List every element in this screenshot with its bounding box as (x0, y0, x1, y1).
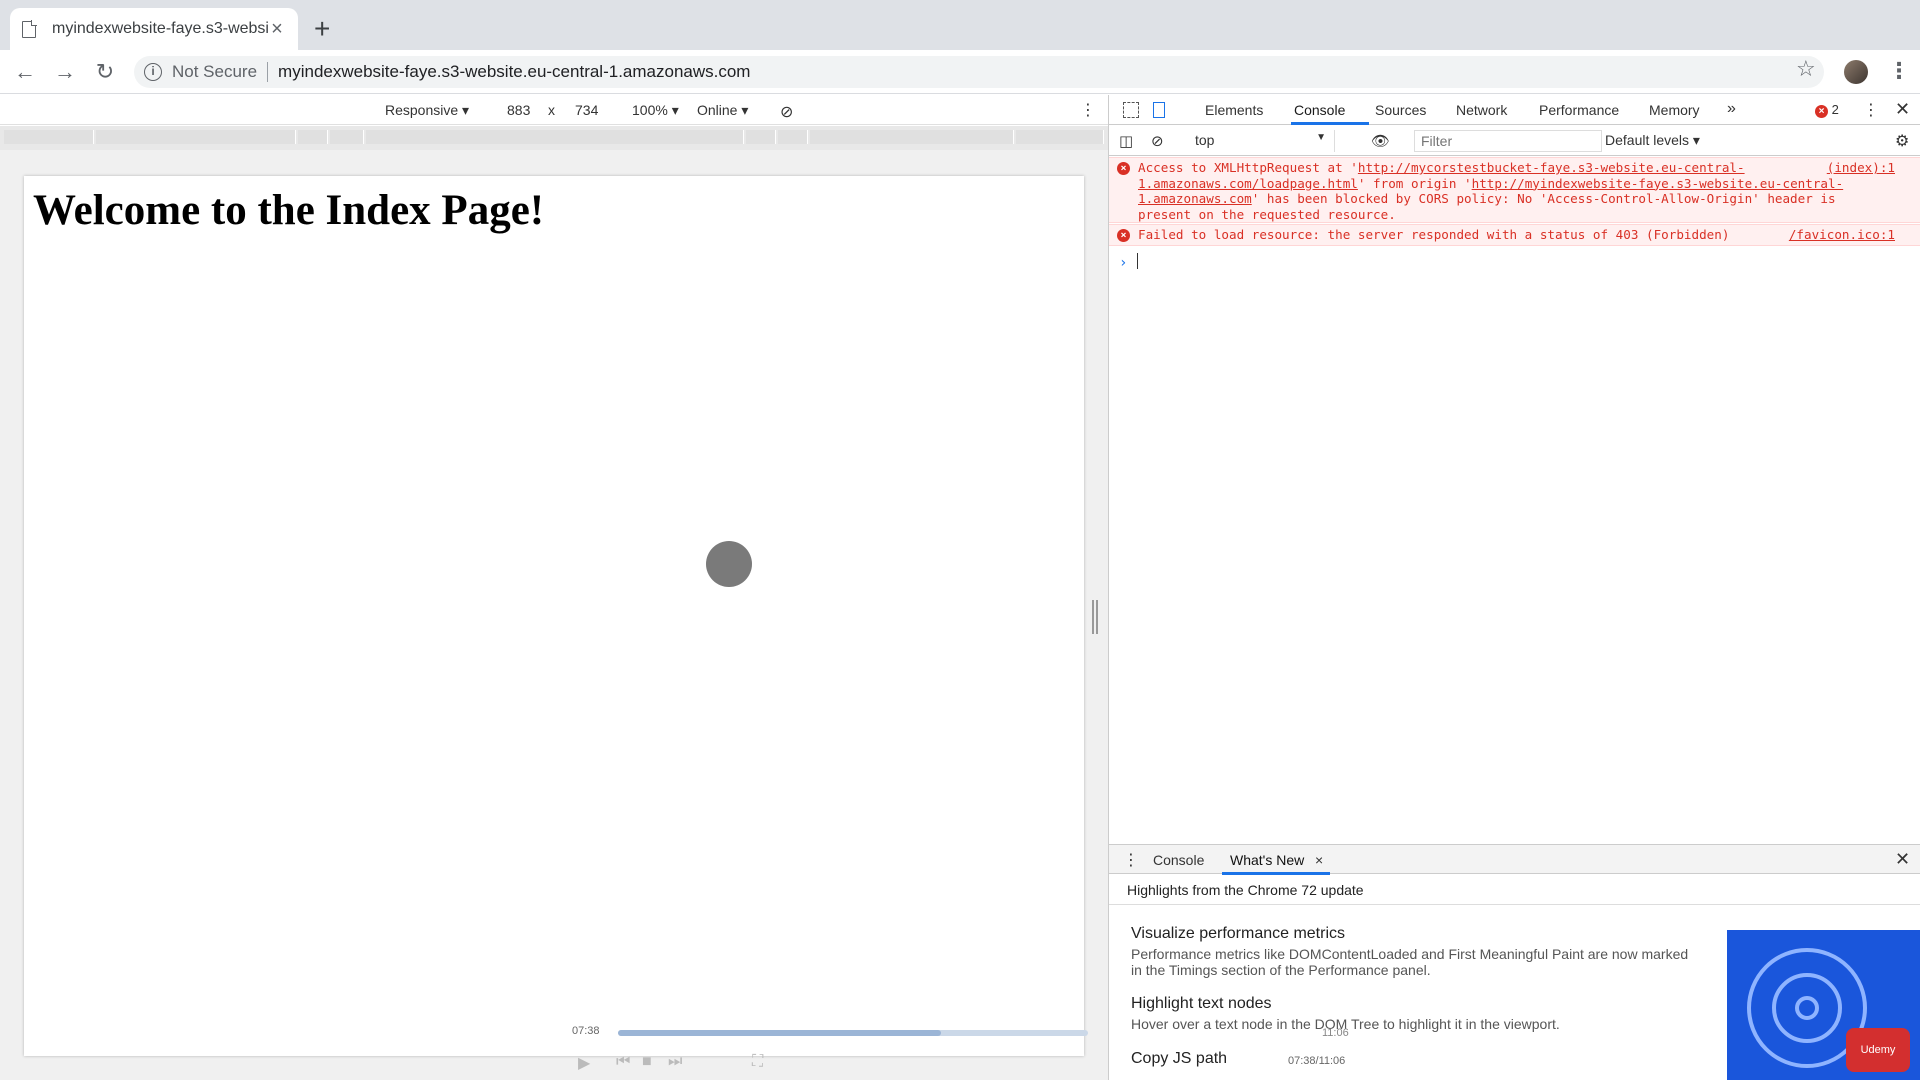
whats-new-header: Highlights from the Chrome 72 update (1109, 875, 1920, 905)
skip-back-icon[interactable]: ⏮ (616, 1053, 630, 1071)
active-tab-indicator (1291, 122, 1369, 125)
video-time-readout: 07:38/11:06 (1288, 1055, 1346, 1067)
tab-console[interactable]: Console (1294, 102, 1345, 118)
viewport-width-input[interactable]: 883 (507, 102, 530, 118)
separator (267, 62, 269, 82)
whats-new-item-text: Performance metrics like DOMContentLoade… (1131, 946, 1689, 978)
whats-new-item[interactable]: Visualize performance metrics Performanc… (1131, 925, 1691, 978)
drawer-tab-console[interactable]: Console (1153, 852, 1204, 868)
video-player-controls: 07:38 11:06 ▶ ⏮ ■ ⏭ ⛶ 07:38/11:06 (560, 1017, 1349, 1080)
fullscreen-icon[interactable]: ⛶ (752, 1053, 763, 1071)
drawer-close-icon[interactable]: ✕ (1895, 849, 1910, 870)
console-error-row: × Access to XMLHttpRequest at 'http://my… (1109, 157, 1920, 223)
devtools-close-icon[interactable]: ✕ (1895, 99, 1910, 120)
viewport-height-input[interactable]: 734 (575, 102, 598, 118)
device-toolbar-menu-icon[interactable]: ⋮ (1080, 100, 1096, 120)
back-icon[interactable]: ← (10, 57, 40, 87)
video-duration: 11:06 (1322, 1027, 1349, 1039)
page-icon (22, 19, 37, 38)
devtools-menu-icon[interactable]: ⋮ (1863, 100, 1879, 120)
reload-icon[interactable]: ↻ (90, 57, 120, 87)
touch-cursor (706, 541, 752, 587)
device-mode-select[interactable]: Responsive ▾ (385, 102, 469, 119)
devtools-tabbar: Elements Console Sources Network Perform… (1109, 95, 1920, 125)
address-bar[interactable]: i Not Secure myindexwebsite-faye.s3-webs… (134, 56, 1824, 88)
drawer-menu-icon[interactable]: ⋮ (1123, 850, 1139, 870)
tab-title: myindexwebsite-faye.s3-website.eu-centra… (52, 20, 268, 37)
page-heading: Welcome to the Index Page! (33, 187, 545, 234)
security-label[interactable]: Not Secure (172, 62, 257, 82)
browser-toolbar: ← → ↻ i Not Secure myindexwebsite-faye.s… (0, 50, 1920, 94)
tab-close-button[interactable]: × (268, 19, 286, 39)
error-icon: × (1815, 105, 1828, 118)
clear-console-icon[interactable]: ⊘ (1151, 132, 1164, 150)
context-select[interactable]: top ▼ (1195, 130, 1335, 152)
whats-new-item-title: Visualize performance metrics (1131, 925, 1346, 942)
skip-forward-icon[interactable]: ⏭ (668, 1053, 682, 1071)
video-seek-bar[interactable] (618, 1030, 1088, 1036)
info-icon[interactable]: i (144, 63, 162, 81)
network-throttle-select[interactable]: Online ▾ (697, 102, 748, 119)
zoom-select[interactable]: 100% ▾ (632, 102, 679, 119)
sidebar-toggle-icon[interactable]: ◫ (1119, 132, 1133, 150)
devtools-panel: Elements Console Sources Network Perform… (1108, 95, 1920, 1080)
tab-sources[interactable]: Sources (1375, 102, 1426, 118)
inspect-element-icon[interactable] (1123, 102, 1139, 118)
context-label: top (1195, 132, 1215, 148)
drawer-tabbar: ⋮ Console What's New × ✕ (1109, 844, 1920, 875)
url-text[interactable]: myindexwebsite-faye.s3-website.eu-centra… (278, 62, 750, 82)
drawer-tab-whats-new[interactable]: What's New (1230, 852, 1304, 868)
console-input[interactable] (1137, 253, 1138, 269)
device-toolbar: Responsive ▾ 883 x 734 100% ▾ Online ▾ ⊘… (0, 95, 1108, 125)
console-filter-input[interactable] (1414, 130, 1602, 152)
tab-elements[interactable]: Elements (1205, 102, 1263, 118)
tab-memory[interactable]: Memory (1649, 102, 1700, 118)
live-expression-eye-icon[interactable]: 👁 (1371, 132, 1390, 150)
media-query-bar[interactable] (0, 126, 1108, 150)
error-message: Failed to load resource: the server resp… (1138, 227, 1730, 242)
dimension-separator: x (548, 102, 555, 118)
error-source-link[interactable]: (index):1 (1827, 160, 1895, 176)
rotate-icon[interactable]: ⊘ (780, 102, 793, 122)
stop-icon[interactable]: ■ (642, 1053, 652, 1071)
log-levels-select[interactable]: Default levels ▾ (1605, 132, 1700, 149)
drawer-tab-close-button[interactable]: × (1315, 852, 1323, 868)
more-tabs-button[interactable]: » (1727, 100, 1736, 118)
video-current-time: 07:38 (572, 1025, 600, 1037)
browser-menu-icon[interactable]: ⋮ (1888, 58, 1910, 84)
console-prompt-icon: › (1119, 255, 1128, 271)
console-settings-gear-icon[interactable]: ⚙ (1895, 131, 1909, 151)
video-progress-fill (618, 1030, 941, 1036)
device-toggle-icon[interactable] (1153, 102, 1165, 118)
error-message: Access to XMLHttpRequest at 'http://myco… (1138, 160, 1844, 222)
profile-avatar[interactable] (1844, 60, 1868, 84)
error-counter[interactable]: × 2 (1815, 102, 1839, 118)
udemy-logo: Udemy (1846, 1028, 1910, 1072)
console-toolbar: ◫ ⊘ top▼ 👁 Default levels ▾ ⚙ (1109, 126, 1920, 156)
tab-performance[interactable]: Performance (1539, 102, 1619, 118)
forward-icon[interactable]: → (50, 57, 80, 87)
whats-new-item-title: Highlight text nodes (1131, 995, 1272, 1012)
console-error-row: × Failed to load resource: the server re… (1109, 224, 1920, 246)
play-icon[interactable]: ▶ (578, 1053, 590, 1073)
tab-network[interactable]: Network (1456, 102, 1507, 118)
tab-strip: myindexwebsite-faye.s3-website.eu-centra… (0, 0, 1920, 50)
error-count: 2 (1831, 102, 1839, 117)
viewport-resize-handle[interactable] (1092, 600, 1098, 634)
error-icon: × (1117, 229, 1130, 242)
bookmark-star-icon[interactable]: ☆ (1796, 56, 1816, 82)
error-source-link[interactable]: /favicon.ico:1 (1789, 227, 1895, 243)
browser-tab[interactable]: myindexwebsite-faye.s3-website.eu-centra… (10, 8, 298, 50)
page-viewport: Welcome to the Index Page! (24, 176, 1084, 1056)
new-tab-button[interactable]: + (314, 14, 330, 44)
error-icon: × (1117, 162, 1130, 175)
